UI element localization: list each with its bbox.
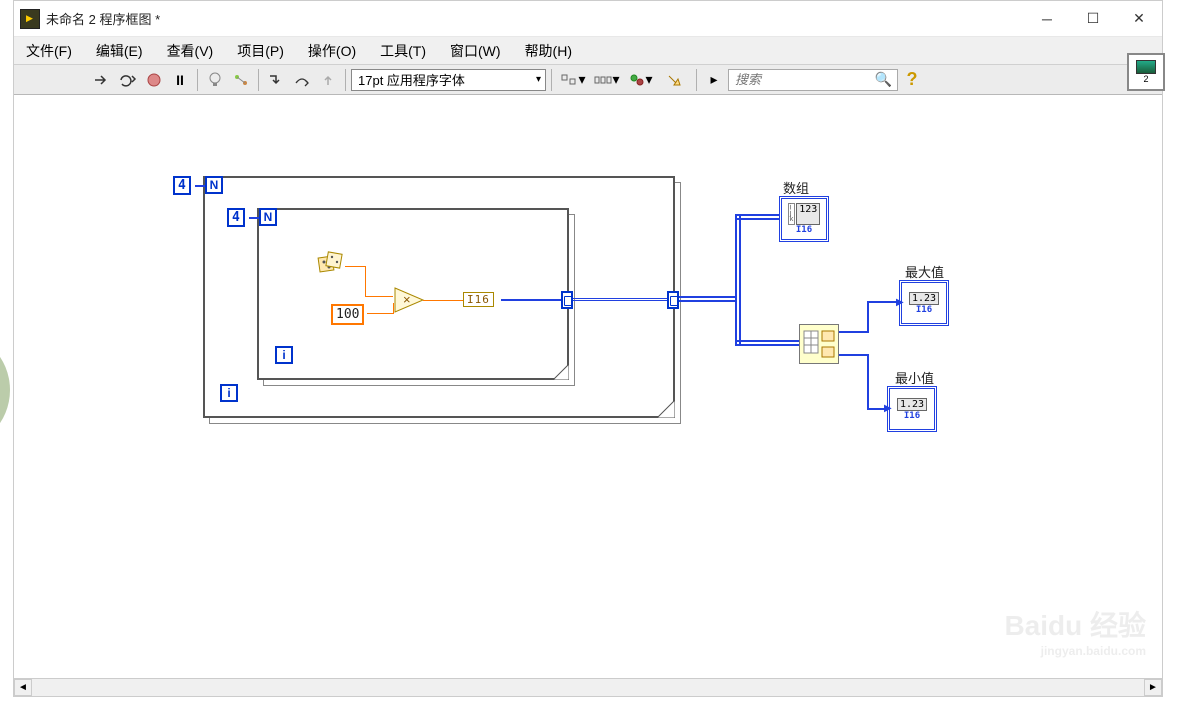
- array-indicator-label: 数组: [783, 178, 809, 197]
- to-i16-node[interactable]: I16: [463, 292, 494, 307]
- inner-loop-n-terminal[interactable]: N: [259, 208, 277, 226]
- broom-icon: [666, 73, 684, 87]
- distribute-icon: [594, 73, 612, 87]
- wire-2d: [735, 340, 799, 346]
- minimize-button[interactable]: ─: [1024, 1, 1070, 37]
- menu-edit[interactable]: 编辑(E): [90, 39, 149, 63]
- wire-2d: [679, 296, 737, 302]
- min-indicator-label: 最小值: [895, 368, 934, 387]
- step-into-button[interactable]: [264, 68, 288, 92]
- random-number-node[interactable]: [317, 251, 345, 279]
- menu-project[interactable]: 项目(P): [231, 39, 290, 63]
- wire-2d: [735, 214, 741, 344]
- font-selector[interactable]: 17pt 应用程序字体: [351, 69, 546, 91]
- app-icon: [20, 9, 40, 29]
- scroll-track[interactable]: [32, 679, 1144, 696]
- run-arrow-icon: [94, 73, 110, 87]
- probe-icon: [232, 73, 250, 87]
- step-into-icon: [268, 73, 284, 87]
- wire: [867, 301, 869, 333]
- wire: [345, 266, 365, 267]
- pause-button[interactable]: II: [168, 68, 192, 92]
- wire: [365, 266, 366, 296]
- outer-loop-n-terminal[interactable]: N: [205, 176, 223, 194]
- wire: [195, 185, 205, 187]
- vi-icon-badge[interactable]: 2: [1127, 53, 1165, 91]
- run-continuous-button[interactable]: [116, 68, 140, 92]
- menu-window[interactable]: 窗口(W): [444, 39, 507, 63]
- search-input[interactable]: [728, 69, 898, 91]
- max-indicator-label: 最大值: [905, 262, 944, 281]
- constant-100[interactable]: 100: [331, 304, 364, 325]
- wire: [501, 299, 561, 301]
- scroll-left-button[interactable]: ◄: [14, 679, 32, 696]
- block-diagram-canvas[interactable]: 4 N i 4 N i 100 × I16: [15, 96, 1161, 678]
- highlight-exec-button[interactable]: [203, 68, 227, 92]
- menu-bar: 文件(F) 编辑(E) 查看(V) 项目(P) 操作(O) 工具(T) 窗口(W…: [14, 37, 1162, 65]
- watermark: Baidu 经验 jingyan.baidu.com: [1004, 604, 1146, 658]
- wire: [367, 313, 393, 314]
- outer-tunnel[interactable]: [667, 291, 679, 309]
- window-title: 未命名 2 程序框图 *: [46, 9, 160, 28]
- align-icon: [560, 73, 578, 87]
- horizontal-scrollbar[interactable]: ◄ ►: [14, 678, 1162, 696]
- array-max-min-node[interactable]: [799, 324, 839, 364]
- wire-2d: [735, 214, 783, 220]
- reorder2-button[interactable]: ▸: [702, 68, 726, 92]
- align-button[interactable]: ▾: [557, 68, 589, 92]
- inner-loop-i-terminal[interactable]: i: [275, 346, 293, 364]
- wire: [573, 298, 669, 301]
- max-indicator[interactable]: ▶ 1.23 I16: [899, 280, 949, 326]
- wire: [249, 217, 259, 219]
- wire: [365, 296, 393, 297]
- toolbar: II 17pt 应用程序字体 ▾ ▾ ▾: [14, 65, 1162, 95]
- reorder-button[interactable]: [659, 68, 691, 92]
- menu-file[interactable]: 文件(F): [20, 39, 78, 63]
- menu-help[interactable]: 帮助(H): [519, 39, 578, 63]
- menu-operate[interactable]: 操作(O): [302, 39, 362, 63]
- app-window: 未命名 2 程序框图 * ─ ☐ ✕ 文件(F) 编辑(E) 查看(V) 项目(…: [13, 0, 1163, 697]
- wire: [393, 303, 394, 314]
- menu-view[interactable]: 查看(V): [161, 39, 220, 63]
- step-over-button[interactable]: [290, 68, 314, 92]
- outer-loop-count-const[interactable]: 4: [173, 176, 191, 195]
- help-button[interactable]: ?: [900, 68, 924, 92]
- title-bar: 未命名 2 程序框图 * ─ ☐ ✕: [14, 1, 1162, 37]
- wire: [423, 300, 463, 301]
- outer-loop-i-terminal[interactable]: i: [220, 384, 238, 402]
- abort-icon: [147, 73, 161, 87]
- step-out-button[interactable]: [316, 68, 340, 92]
- search-icon: 🔍: [875, 71, 892, 88]
- inner-tunnel[interactable]: [561, 291, 573, 309]
- run-continuous-icon: [119, 72, 137, 88]
- svg-text:×: ×: [403, 292, 411, 307]
- run-button[interactable]: [90, 68, 114, 92]
- bulb-icon: [208, 72, 222, 88]
- wire: [839, 354, 869, 356]
- scroll-right-button[interactable]: ►: [1144, 679, 1162, 696]
- abort-button[interactable]: [142, 68, 166, 92]
- resize-button[interactable]: ▾: [625, 68, 657, 92]
- font-selector-label: 17pt 应用程序字体: [358, 70, 465, 89]
- distribute-button[interactable]: ▾: [591, 68, 623, 92]
- min-indicator[interactable]: ▶ 1.23 I16: [887, 386, 937, 432]
- step-out-icon: [320, 73, 336, 87]
- maximize-button[interactable]: ☐: [1070, 1, 1116, 37]
- close-button[interactable]: ✕: [1116, 1, 1162, 37]
- cropped-background: [0, 180, 13, 580]
- retain-wire-button[interactable]: [229, 68, 253, 92]
- wire: [867, 354, 869, 410]
- multiply-node[interactable]: ×: [393, 286, 427, 317]
- inner-loop-count-const[interactable]: 4: [227, 208, 245, 227]
- wire: [839, 331, 869, 333]
- step-over-icon: [294, 73, 310, 87]
- cleanup-icon: [629, 73, 645, 87]
- menu-tools[interactable]: 工具(T): [374, 39, 432, 63]
- array-indicator[interactable]: ijk 123 I16: [779, 196, 829, 242]
